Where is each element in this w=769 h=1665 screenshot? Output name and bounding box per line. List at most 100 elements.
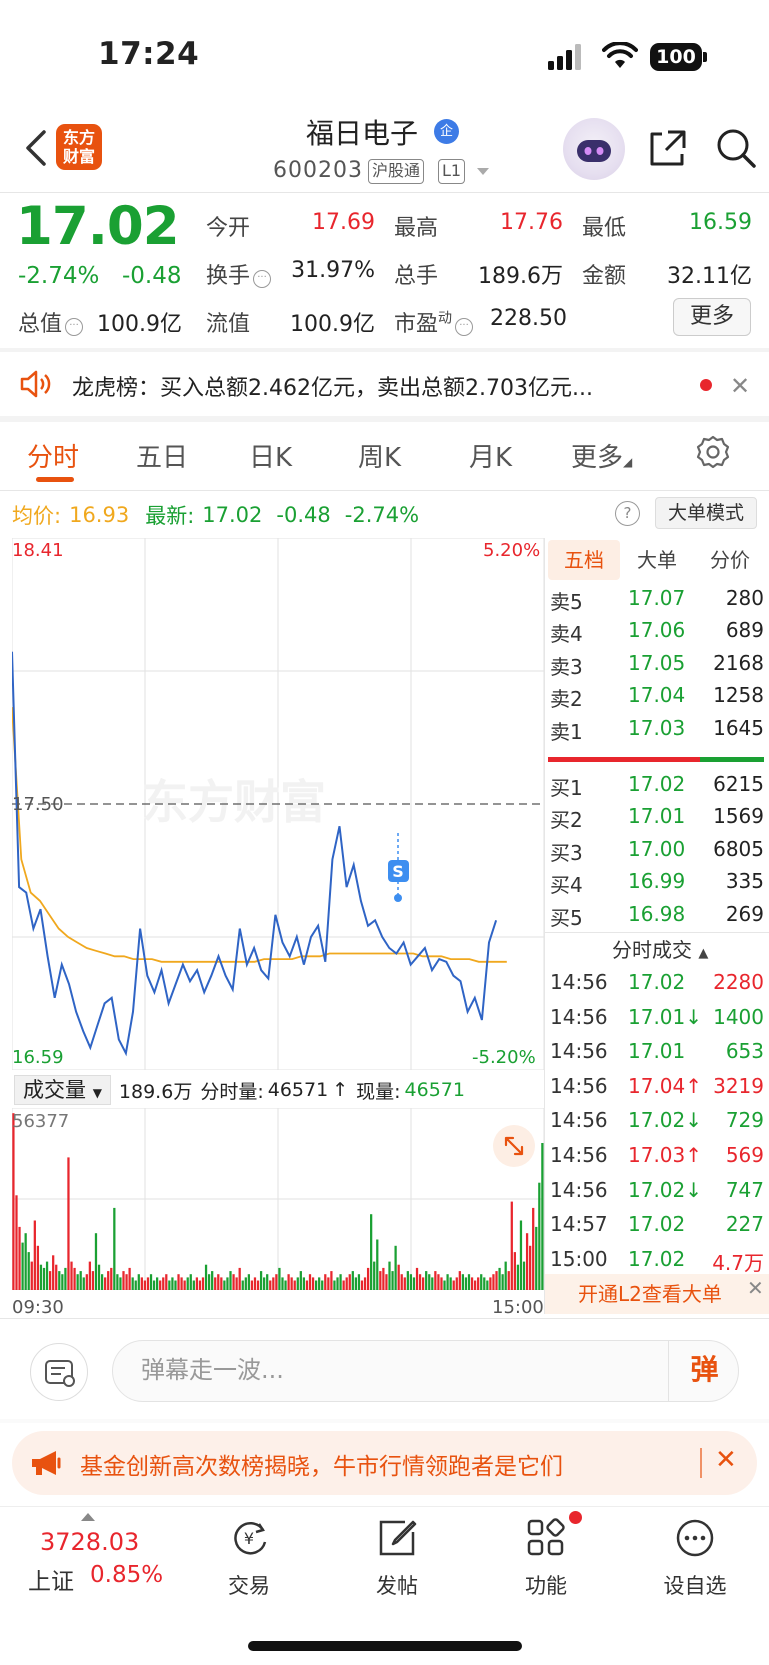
turnover-label: 换手 ··· bbox=[206, 258, 272, 290]
volume-bar bbox=[339, 1274, 342, 1290]
level-volume: 6805 bbox=[713, 836, 764, 861]
bid-row[interactable]: 买3 17.00 6805 bbox=[550, 837, 764, 869]
bid-row[interactable]: 买4 16.99 335 bbox=[550, 869, 764, 901]
volume-bar bbox=[333, 1280, 336, 1290]
bid-row[interactable]: 买5 16.98 269 bbox=[550, 902, 764, 934]
tab-fenshi[interactable]: 分时 bbox=[27, 437, 79, 474]
volume-bar bbox=[443, 1280, 446, 1290]
more-button[interactable]: 更多 bbox=[673, 298, 751, 336]
tab-price-distribution[interactable]: 分价 bbox=[694, 540, 766, 580]
close-icon[interactable]: ✕ bbox=[730, 372, 750, 400]
tab-5day[interactable]: 五日 bbox=[136, 437, 188, 474]
index-value[interactable]: 3728.03 bbox=[40, 1528, 139, 1556]
tab-five-levels[interactable]: 五档 bbox=[548, 540, 620, 580]
volume-bar bbox=[501, 1274, 504, 1290]
app-logo[interactable]: 东方 财富 bbox=[56, 124, 102, 170]
volume-indicator-dropdown[interactable]: 成交量 ▼ bbox=[14, 1075, 111, 1105]
index-percent[interactable]: 0.85% bbox=[90, 1562, 163, 1588]
tick-volume: 3219 bbox=[713, 1073, 764, 1098]
notice-text[interactable]: 龙虎榜：买入总额2.462亿元，卖出总额2.703亿元... bbox=[72, 370, 672, 402]
chevron-down-icon[interactable] bbox=[477, 168, 489, 175]
logo-text-2: 财富 bbox=[62, 147, 95, 166]
close-icon[interactable]: ✕ bbox=[715, 1445, 737, 1475]
gear-icon[interactable] bbox=[695, 434, 731, 470]
ask-row[interactable]: 卖5 17.07 280 bbox=[550, 586, 764, 618]
volume-bar bbox=[477, 1277, 480, 1290]
l2-upgrade-banner[interactable]: 开通L2查看大单 bbox=[544, 1274, 769, 1314]
volume-bar bbox=[391, 1271, 394, 1290]
tick-price: 17.02 bbox=[628, 970, 686, 994]
volume-bar bbox=[165, 1274, 168, 1290]
bid-row[interactable]: 买2 17.01 1569 bbox=[550, 804, 764, 836]
level-label: 卖2 bbox=[550, 687, 583, 712]
volume-bar bbox=[532, 1207, 535, 1290]
help-icon[interactable]: ? bbox=[615, 501, 640, 526]
ask-row[interactable]: 卖2 17.04 1258 bbox=[550, 683, 764, 715]
volume-bar bbox=[235, 1277, 238, 1290]
volume-bar bbox=[370, 1214, 373, 1290]
volume-bar bbox=[91, 1271, 95, 1290]
volume-bar bbox=[232, 1274, 235, 1290]
amount-value: 32.11亿 bbox=[667, 264, 752, 289]
close-icon[interactable]: ✕ bbox=[747, 1276, 764, 1300]
share-icon[interactable] bbox=[646, 126, 690, 170]
volume-bar bbox=[290, 1277, 293, 1290]
ask-row[interactable]: 卖4 17.06 689 bbox=[550, 618, 764, 650]
volume-bar bbox=[418, 1274, 422, 1290]
tab-day-k[interactable]: 日K bbox=[249, 437, 292, 474]
volume-bar bbox=[519, 1220, 523, 1290]
tab-more[interactable]: 更多◢ bbox=[571, 437, 632, 474]
level-price: 16.99 bbox=[628, 869, 686, 894]
danmu-send-button[interactable]: 弹 bbox=[668, 1340, 740, 1402]
ticks-title[interactable]: 分时成交 ▲ bbox=[612, 934, 708, 963]
volume-bar bbox=[296, 1277, 299, 1290]
volume-bar bbox=[327, 1277, 330, 1290]
search-icon[interactable] bbox=[714, 126, 758, 170]
tab-week-k[interactable]: 周K bbox=[358, 437, 401, 474]
volume-max-label: 56377 bbox=[12, 1111, 70, 1132]
danmu-settings-icon[interactable] bbox=[30, 1343, 88, 1401]
volume-bar bbox=[467, 1274, 471, 1290]
volume-bar bbox=[238, 1267, 241, 1290]
enterprise-badge: 企 bbox=[434, 119, 459, 144]
promo-text[interactable]: 基金创新高次数榜揭晓，牛市行情领跑者是它们 bbox=[80, 1447, 563, 1481]
y-axis-top: 18.41 bbox=[12, 540, 64, 561]
intraday-price-chart[interactable]: 东方财富 S bbox=[12, 538, 544, 1070]
bid-row[interactable]: 买1 17.02 6215 bbox=[550, 772, 764, 804]
ask-row[interactable]: 卖1 17.03 1645 bbox=[550, 716, 764, 748]
level-label: 买2 bbox=[550, 808, 583, 833]
volume-bar bbox=[186, 1277, 189, 1290]
big-order-mode-button[interactable]: 大单模式 bbox=[655, 497, 757, 529]
nav-post[interactable]: 发帖 bbox=[347, 1516, 447, 1600]
ask-row[interactable]: 卖3 17.05 2168 bbox=[550, 651, 764, 683]
tab-month-k[interactable]: 月K bbox=[469, 437, 512, 474]
volume-bar bbox=[177, 1274, 180, 1290]
back-icon[interactable] bbox=[18, 126, 58, 170]
nav-trade[interactable]: ¥ 交易 bbox=[199, 1516, 299, 1600]
volume-bar bbox=[45, 1261, 49, 1290]
volume-chart[interactable] bbox=[12, 1108, 544, 1290]
volume-bar bbox=[110, 1267, 113, 1290]
volume-bar bbox=[293, 1280, 296, 1290]
volume-bar bbox=[522, 1261, 526, 1290]
mktcap-label: 总值 ··· bbox=[18, 306, 84, 338]
volume-bar bbox=[516, 1264, 520, 1290]
tick-volume: 569 bbox=[725, 1143, 764, 1167]
volume-bar bbox=[241, 1280, 244, 1290]
nav-functions[interactable]: 功能 bbox=[496, 1516, 596, 1600]
expand-icon[interactable] bbox=[493, 1125, 535, 1167]
volume-bar bbox=[348, 1274, 351, 1290]
nav-add-watchlist[interactable]: 设自选 bbox=[645, 1516, 745, 1600]
tab-big-orders[interactable]: 大单 bbox=[621, 540, 693, 580]
index-name[interactable]: 上证 bbox=[28, 1562, 74, 1596]
volume-bar bbox=[36, 1245, 40, 1290]
volume-bar bbox=[330, 1271, 333, 1290]
volume-bar bbox=[192, 1280, 195, 1290]
open-value: 17.69 bbox=[312, 210, 375, 235]
tick-volume: 4.7万 bbox=[712, 1250, 764, 1275]
danmu-input[interactable]: 弹幕走一波... bbox=[112, 1340, 739, 1402]
volume-bar bbox=[299, 1271, 302, 1290]
index-caret-icon[interactable] bbox=[81, 1513, 95, 1521]
volume-bar bbox=[281, 1277, 284, 1290]
level-volume: 689 bbox=[725, 618, 764, 643]
